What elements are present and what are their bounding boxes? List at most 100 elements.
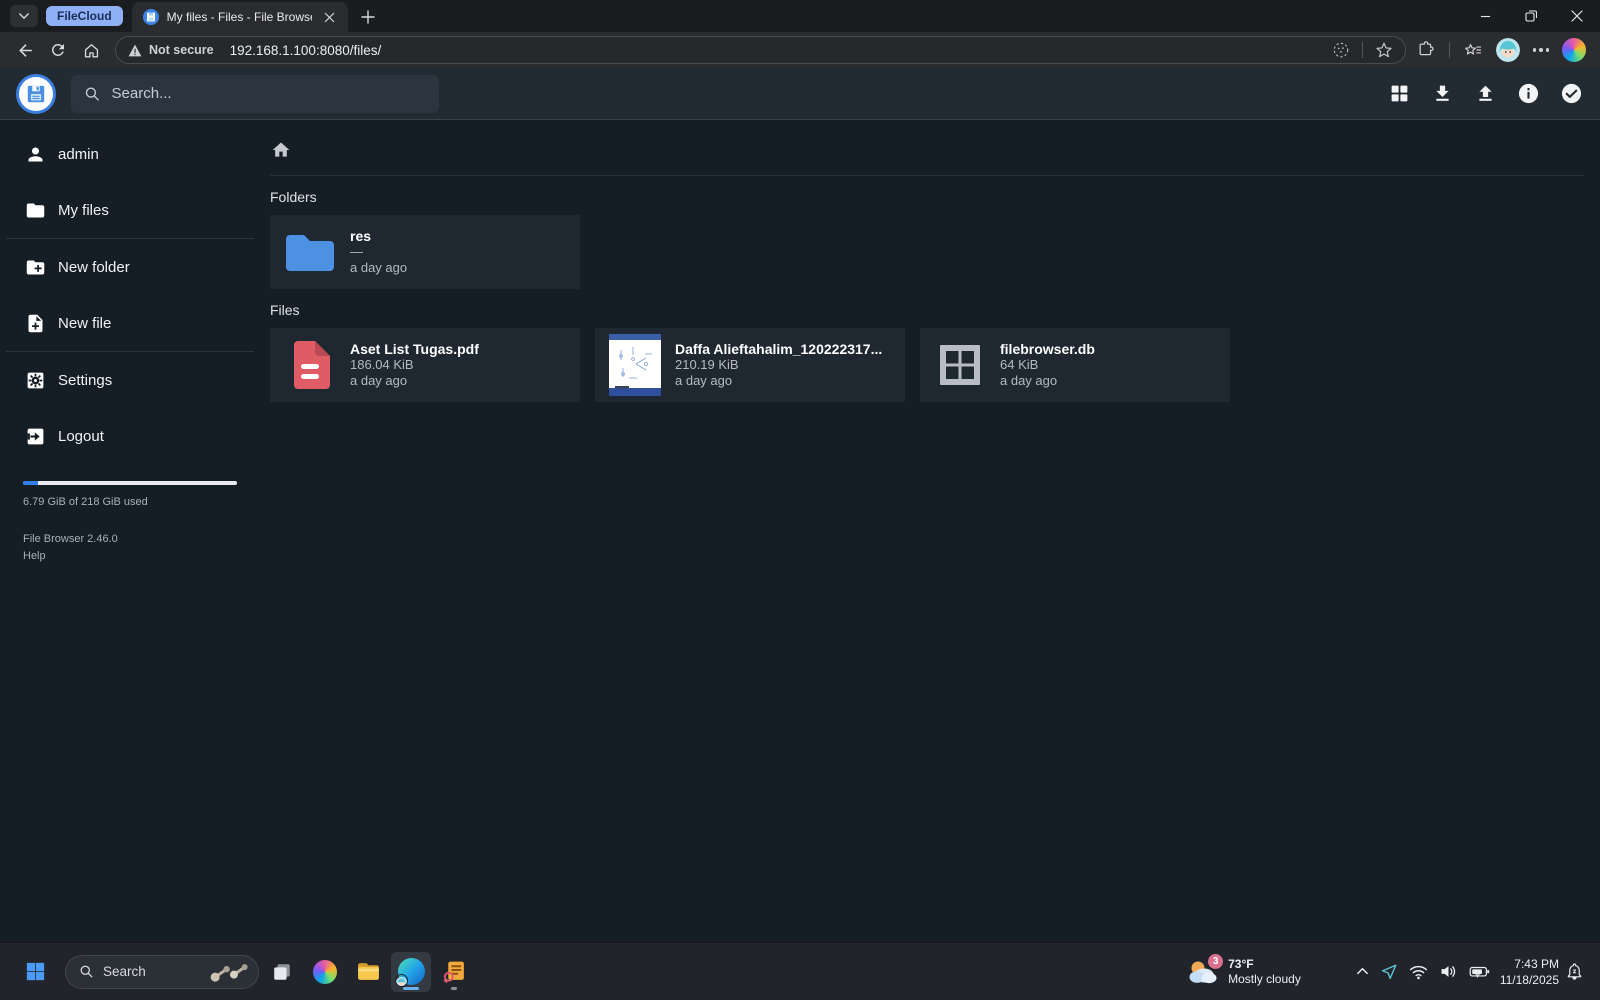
favorites-list-icon[interactable] xyxy=(1463,40,1483,60)
pdf-file-icon xyxy=(294,341,330,389)
close-icon xyxy=(324,12,335,22)
running-app-indicator xyxy=(451,986,457,990)
settings-more-button[interactable] xyxy=(1532,48,1549,52)
toolbar-right-actions xyxy=(1416,38,1591,62)
tab-group-filecloud[interactable]: FileCloud xyxy=(46,6,123,26)
address-bar[interactable]: Not secure 192.168.1.100:8080/files/ xyxy=(115,36,1406,64)
download-button[interactable] xyxy=(1429,81,1455,107)
notification-bell-icon xyxy=(1567,963,1582,980)
tray-overflow-button[interactable] xyxy=(1356,965,1369,978)
sidebar-item-new-folder[interactable]: New folder xyxy=(0,239,260,295)
home-icon xyxy=(84,43,98,58)
url-text: 192.168.1.100:8080/files/ xyxy=(229,42,382,58)
volume-button[interactable] xyxy=(1439,963,1458,980)
edge-browser-button[interactable] xyxy=(391,951,431,992)
edge-profile-avatar xyxy=(394,974,408,987)
security-chip[interactable]: Not secure xyxy=(128,43,214,57)
tab-search-button[interactable] xyxy=(10,5,38,27)
file-modified: a day ago xyxy=(675,373,733,388)
divider xyxy=(270,175,1584,176)
floppy-disk-icon xyxy=(27,85,45,102)
favorite-star-icon[interactable] xyxy=(1375,41,1393,59)
system-tray xyxy=(1356,963,1490,981)
new-folder-icon xyxy=(26,260,45,274)
copilot-taskbar-button[interactable] xyxy=(305,952,345,992)
task-view-button[interactable] xyxy=(262,952,302,992)
header-actions xyxy=(1386,81,1584,107)
folder-modified: a day ago xyxy=(350,260,408,275)
wifi-button[interactable] xyxy=(1409,964,1428,980)
sidebar-item-logout[interactable]: Logout xyxy=(0,408,260,464)
sidebar-item-admin[interactable]: admin xyxy=(0,126,260,182)
clock[interactable]: 7:43 PM 11/18/2025 xyxy=(1500,956,1559,988)
copilot-icon[interactable] xyxy=(1562,38,1586,62)
sidebar-item-label: My files xyxy=(58,201,109,219)
restore-button[interactable] xyxy=(1508,0,1554,32)
file-size: 210.19 KiB xyxy=(675,357,739,372)
back-arrow-icon xyxy=(18,43,32,57)
windows-logo-icon xyxy=(26,962,44,981)
grid-view-icon xyxy=(1391,85,1407,102)
notes-app-icon xyxy=(443,961,464,983)
extensions-icon[interactable] xyxy=(1416,40,1436,60)
tab-strip: FileCloud My files - Files - File Browse… xyxy=(0,0,1600,32)
file-card-image[interactable]: Daffa Alieftahalim_120222317... 210.19 K… xyxy=(595,328,905,402)
file-explorer-icon xyxy=(357,963,379,980)
tracking-prevention-icon[interactable] xyxy=(1332,41,1350,59)
restore-icon xyxy=(1525,10,1537,22)
file-explorer-button[interactable] xyxy=(348,952,388,992)
location-in-use-button[interactable] xyxy=(1380,963,1398,981)
sidebar-item-my-files[interactable]: My files xyxy=(0,182,260,238)
sidebar: admin My files New folder New file Setti… xyxy=(0,120,260,942)
new-file-icon xyxy=(28,314,43,332)
search-icon xyxy=(85,86,99,101)
refresh-icon xyxy=(51,43,64,56)
file-card-database[interactable]: filebrowser.db 64 KiB a day ago xyxy=(920,328,1230,402)
weather-widget[interactable]: 3 73°F Mostly cloudy xyxy=(1187,953,1301,987)
notification-badge: 3 xyxy=(1208,953,1224,969)
tab-favicon-floppy-icon xyxy=(142,9,159,25)
upload-button[interactable] xyxy=(1472,81,1498,107)
home-button[interactable] xyxy=(76,35,106,65)
close-window-button[interactable] xyxy=(1554,0,1600,32)
filebrowser-header xyxy=(0,68,1600,120)
browser-toolbar: Not secure 192.168.1.100:8080/files/ xyxy=(0,32,1600,68)
file-card-pdf[interactable]: Aset List Tugas.pdf 186.04 KiB a day ago xyxy=(270,328,580,402)
folders-heading: Folders xyxy=(270,189,317,205)
minimize-button[interactable] xyxy=(1462,0,1508,32)
battery-button[interactable] xyxy=(1469,964,1490,979)
help-link[interactable]: Help xyxy=(23,548,237,565)
card-icon xyxy=(920,343,1000,387)
notification-center-button[interactable] xyxy=(1565,962,1584,981)
files-heading: Files xyxy=(270,302,300,318)
copilot-icon xyxy=(313,959,337,984)
new-tab-button[interactable] xyxy=(358,7,378,27)
tab-close-button[interactable] xyxy=(320,7,340,27)
battery-icon xyxy=(1469,966,1490,978)
file-size: 186.04 KiB xyxy=(350,357,414,372)
weather-condition: Mostly cloudy xyxy=(1228,971,1301,986)
info-button[interactable] xyxy=(1515,81,1541,107)
card-icon xyxy=(595,334,675,396)
warning-triangle-icon xyxy=(128,44,142,56)
back-button[interactable] xyxy=(10,35,40,65)
sidebar-item-label: Logout xyxy=(58,427,104,445)
select-multiple-button[interactable] xyxy=(1558,81,1584,107)
file-modified: a day ago xyxy=(350,373,408,388)
search-input[interactable] xyxy=(111,85,426,102)
switch-view-button[interactable] xyxy=(1386,81,1412,107)
tab-title: My files - Files - File Browser xyxy=(166,10,312,24)
refresh-button[interactable] xyxy=(43,35,73,65)
notes-app-button[interactable] xyxy=(434,952,474,992)
logout-icon xyxy=(27,428,44,444)
folders-grid: res — a day ago xyxy=(270,215,1584,289)
sidebar-item-settings[interactable]: Settings xyxy=(0,352,260,408)
profile-avatar[interactable] xyxy=(1495,38,1520,62)
app-search-box[interactable] xyxy=(71,74,439,113)
active-tab[interactable]: My files - Files - File Browser xyxy=(131,2,348,32)
sidebar-item-new-file[interactable]: New file xyxy=(0,295,260,351)
start-button[interactable] xyxy=(15,952,55,992)
taskbar-search-box[interactable]: Search xyxy=(65,954,259,989)
folder-card-res[interactable]: res — a day ago xyxy=(270,215,580,289)
breadcrumb-home-icon[interactable] xyxy=(271,140,291,160)
